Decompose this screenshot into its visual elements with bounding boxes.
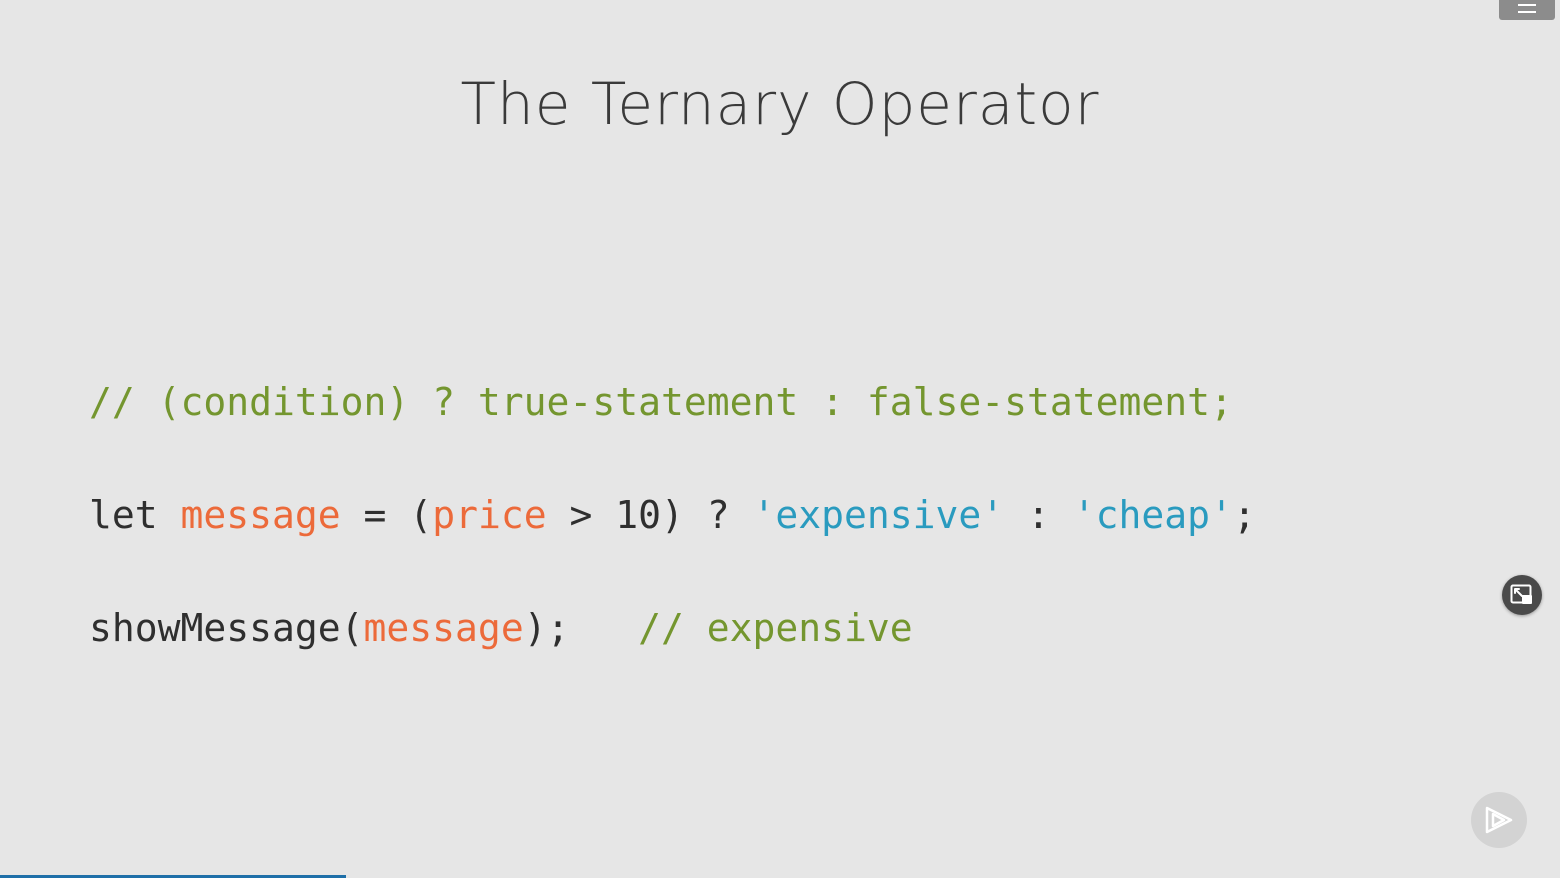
menu-button[interactable] (1499, 0, 1555, 20)
picture-in-picture-icon (1510, 584, 1532, 604)
code-call-end: ); (523, 606, 570, 650)
code-operator-colon: : (1004, 493, 1073, 537)
code-variable-price: price (432, 493, 547, 537)
slide-title: The Ternary Operator (460, 70, 1100, 138)
picture-in-picture-button[interactable] (1502, 575, 1542, 615)
hamburger-menu-icon (1518, 4, 1536, 13)
code-string-cheap: 'cheap' (1072, 493, 1233, 537)
code-semicolon: ; (1232, 493, 1256, 537)
code-string-expensive: 'expensive' (752, 493, 1005, 537)
code-keyword-let: let (89, 493, 181, 537)
code-variable-message: message (180, 493, 341, 537)
code-spacer (569, 606, 638, 650)
code-line-show-message: showMessage(message); // expensive (89, 604, 913, 652)
play-logo-icon (1485, 806, 1513, 834)
code-operator-assign: = ( (340, 493, 433, 537)
code-result-comment: // expensive (638, 606, 913, 650)
code-operator-compare: > 10) ? (546, 493, 753, 537)
brand-play-logo (1471, 792, 1527, 848)
code-line-ternary: let message = (price > 10) ? 'expensive'… (89, 491, 1256, 539)
code-variable-message: message (363, 606, 524, 650)
code-function-call: showMessage( (89, 606, 364, 650)
code-comment: // (condition) ? true-statement : false-… (89, 380, 1233, 424)
slide: The Ternary Operator // (condition) ? tr… (0, 0, 1560, 878)
code-line-syntax-comment: // (condition) ? true-statement : false-… (89, 378, 1233, 426)
